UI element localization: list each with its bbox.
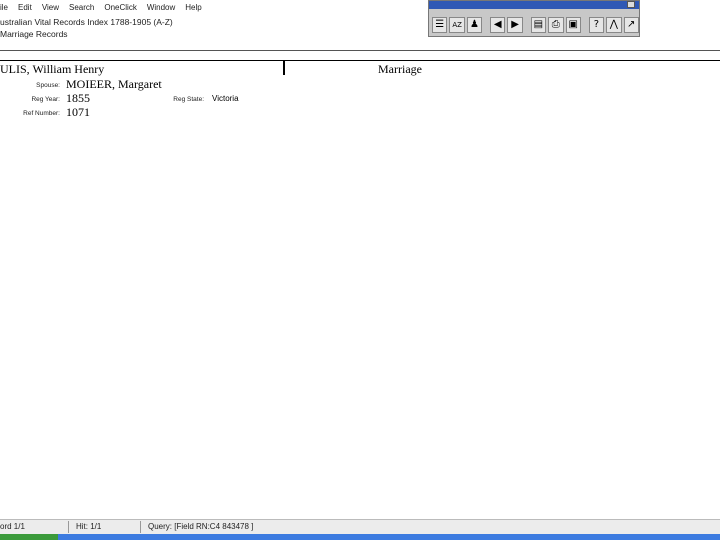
status-divider bbox=[68, 521, 69, 533]
menu-item-search[interactable]: Search bbox=[69, 3, 94, 12]
save-icon[interactable]: ▣ bbox=[565, 17, 581, 33]
ref-number-label: Ref Number: bbox=[23, 110, 60, 117]
status-bar: ord 1/1 Hit: 1/1 Query: [Field RN:C4 843… bbox=[0, 519, 720, 534]
spouse-label: Spouse: bbox=[36, 82, 60, 89]
menu-bar: ile Edit View Search OneClick Window Help bbox=[0, 0, 430, 15]
toolbar-buttons: ☰ AZ ♟ ◀ ▶ ▤ ⎙ ▣? ⋀ ↗ bbox=[429, 9, 639, 33]
document-title-block: ustralian Vital Records Index 1788-1905 … bbox=[0, 16, 173, 40]
menu-item-oneclick[interactable]: OneClick bbox=[104, 3, 136, 12]
reg-year-value: 1855 bbox=[66, 91, 90, 105]
reg-year-label: Reg Year: bbox=[31, 96, 60, 103]
toolbar-title-bar[interactable] bbox=[429, 1, 639, 9]
spouse-value: MOIEER, Margaret bbox=[66, 77, 162, 91]
start-button[interactable] bbox=[0, 534, 58, 540]
status-query: Query: [Field RN:C4 843478 ] bbox=[148, 522, 254, 531]
sort-az-icon[interactable]: AZ bbox=[449, 17, 465, 33]
menu-item-help[interactable]: Help bbox=[185, 3, 201, 12]
reg-state-value: Victoria bbox=[212, 94, 239, 103]
record-view-icon[interactable]: ▤ bbox=[530, 17, 547, 33]
print-icon[interactable]: ⎙ bbox=[548, 17, 564, 33]
status-hit: Hit: 1/1 bbox=[76, 522, 102, 531]
menu-item-ile[interactable]: ile bbox=[0, 3, 8, 12]
record-name: ULIS, William Henry bbox=[0, 62, 105, 76]
export-icon[interactable]: ↗ bbox=[623, 17, 639, 33]
close-icon[interactable] bbox=[627, 1, 635, 8]
menu-item-edit[interactable]: Edit bbox=[18, 3, 32, 12]
help-icon[interactable]: ? bbox=[588, 17, 605, 33]
family-tree-icon[interactable]: ⋀ bbox=[606, 17, 622, 33]
back-arrow-icon[interactable]: ◀ bbox=[490, 17, 506, 33]
reg-state-label: Reg State: bbox=[173, 96, 204, 103]
status-divider bbox=[140, 521, 141, 533]
menu-item-view[interactable]: View bbox=[42, 3, 59, 12]
record-type: Marriage bbox=[378, 62, 422, 76]
document-subtitle: Marriage Records bbox=[0, 29, 68, 39]
windows-taskbar bbox=[0, 534, 720, 540]
menu-item-window[interactable]: Window bbox=[147, 3, 175, 12]
header-divider bbox=[0, 50, 720, 51]
forward-arrow-icon[interactable]: ▶ bbox=[507, 17, 523, 33]
people-icon[interactable]: ♟ bbox=[466, 17, 483, 33]
floating-toolbar: ☰ AZ ♟ ◀ ▶ ▤ ⎙ ▣? ⋀ ↗ bbox=[428, 0, 640, 37]
record-divider bbox=[0, 60, 720, 61]
document-title: ustralian Vital Records Index 1788-1905 … bbox=[0, 17, 173, 27]
status-record: ord 1/1 bbox=[0, 522, 25, 531]
text-cursor bbox=[283, 61, 285, 75]
list-view-icon[interactable]: ☰ bbox=[432, 17, 448, 33]
ref-number-value: 1071 bbox=[66, 105, 90, 119]
